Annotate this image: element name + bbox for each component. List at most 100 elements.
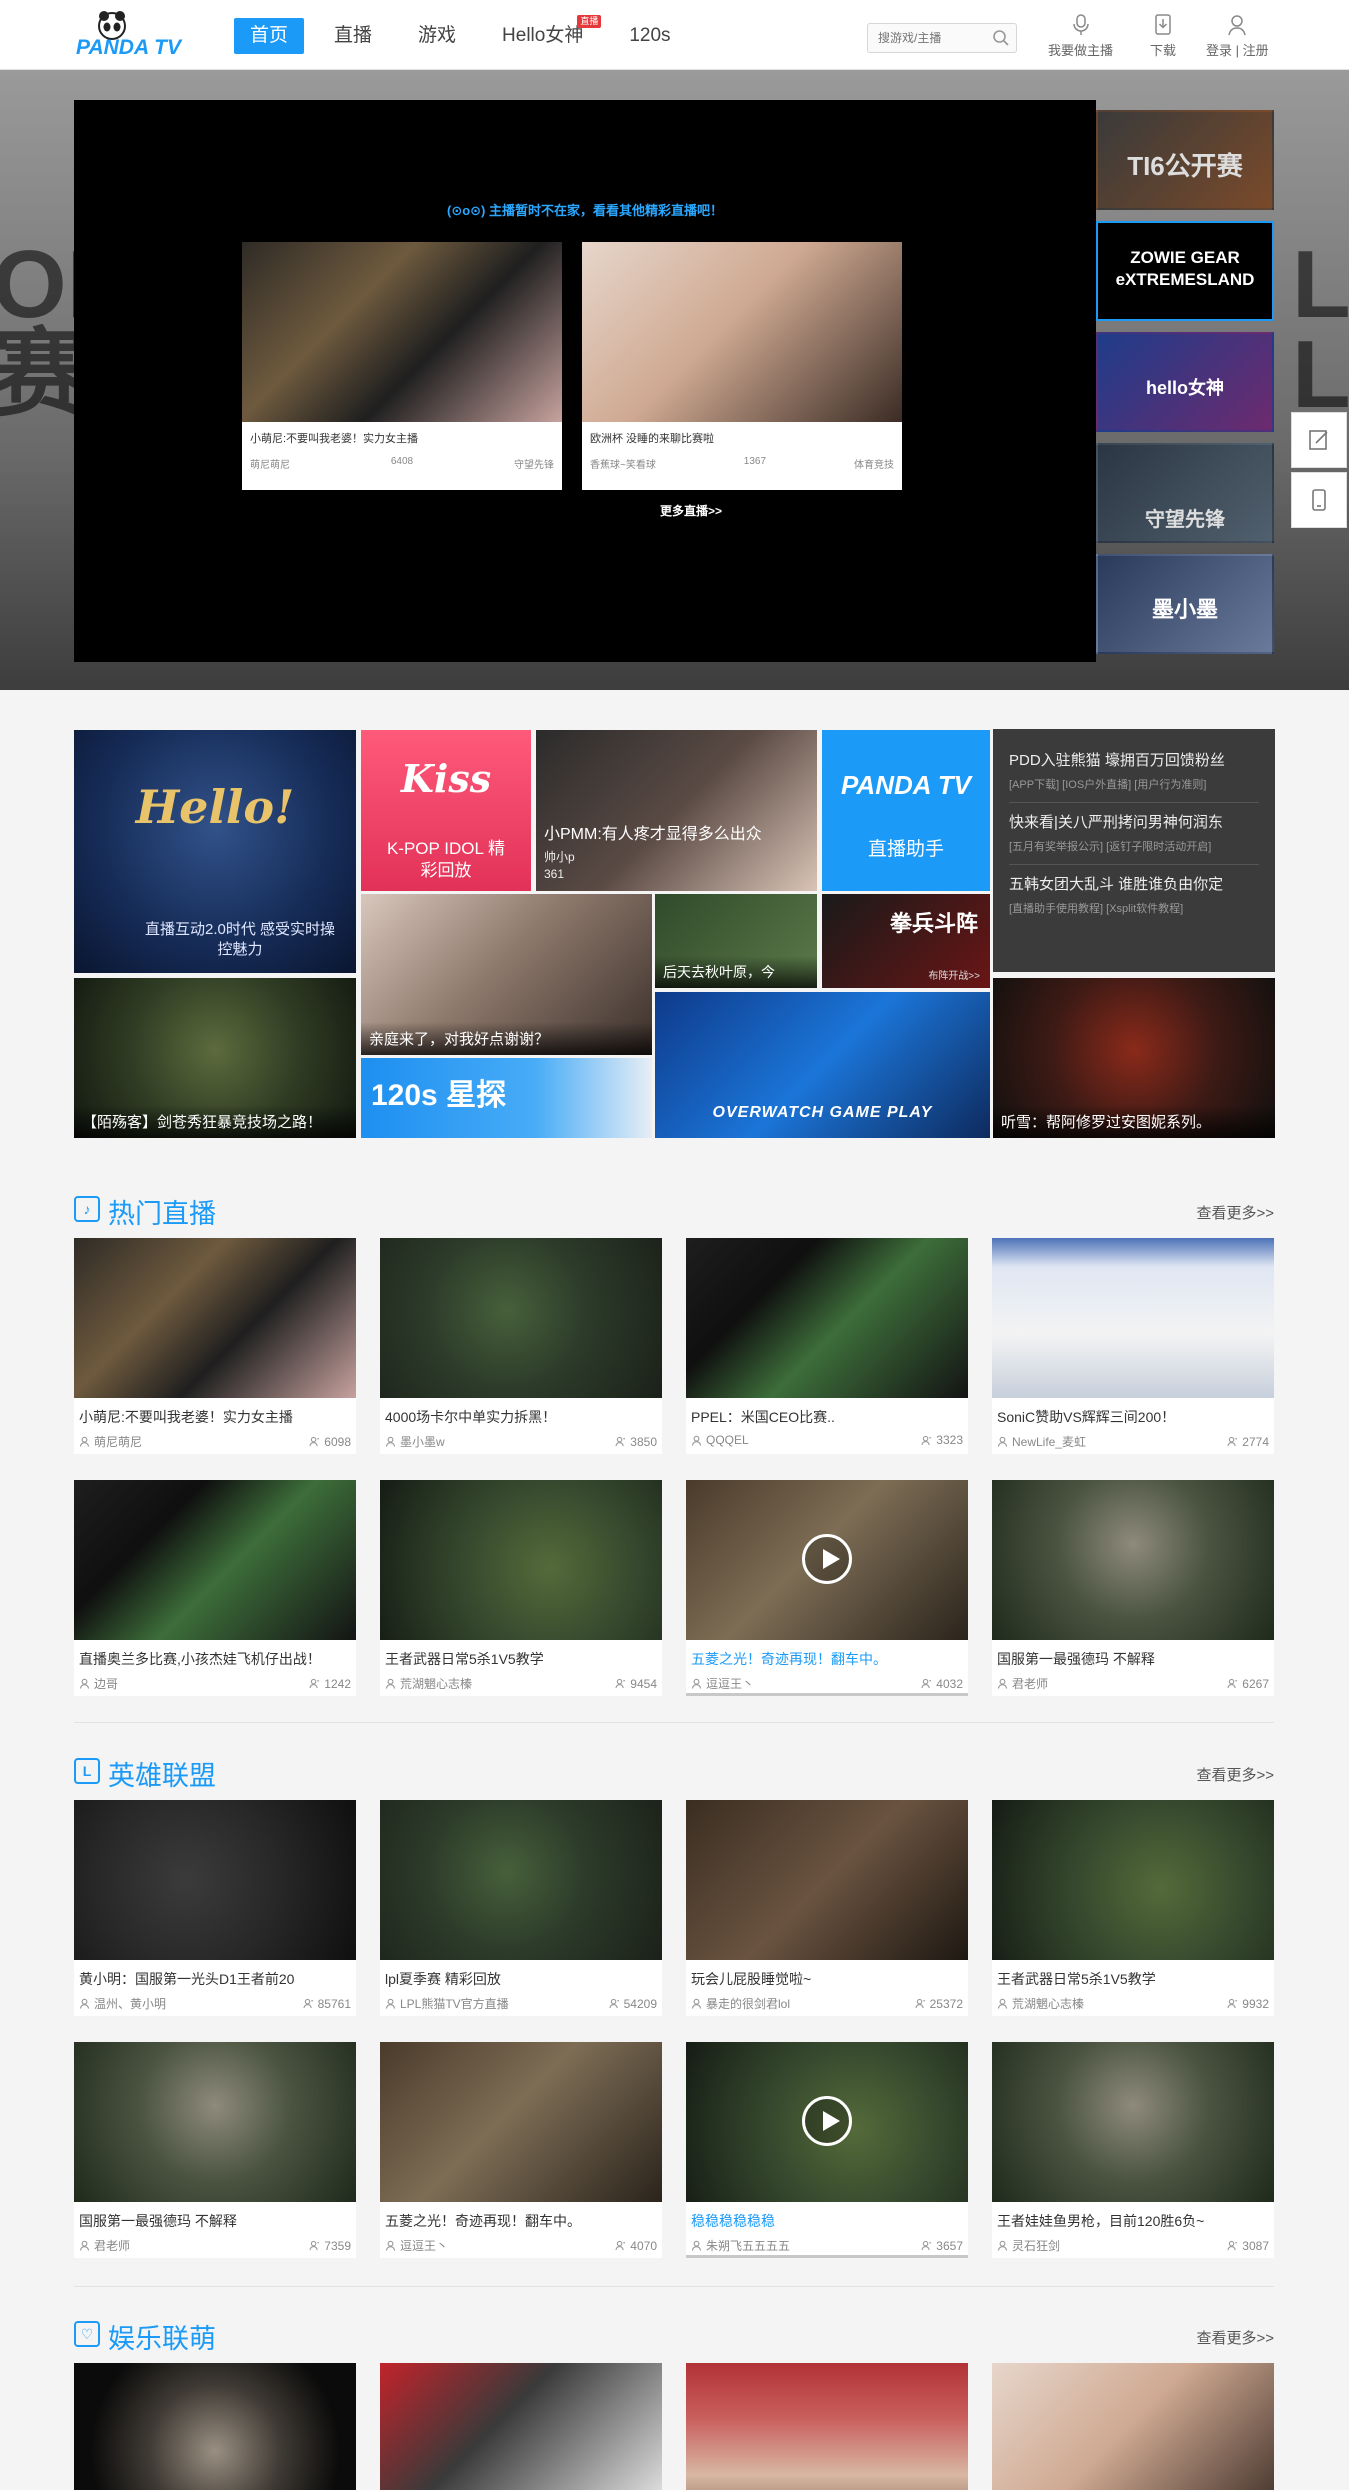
view-more-link[interactable]: 查看更多>>	[1196, 1202, 1274, 1223]
nav-live[interactable]: 直播	[318, 18, 388, 54]
stream-card[interactable]: 玩会儿屁股睡觉啦~ 暴走的很剑君lol 25372	[686, 1800, 968, 2016]
stream-card[interactable]: 稳稳稳稳稳稳 朱朔飞五五五五 3657	[686, 2042, 968, 2258]
viewer-count: 3657	[936, 2238, 963, 2253]
viewers: 4032	[921, 1675, 963, 1692]
banner-pmm[interactable]: 小PMM:有人疼才显得多么出众 帅小p 361	[536, 730, 817, 891]
stream-card[interactable]: 黄小明：国服第一光头D1王者前20 温州、黄小明 85761	[74, 1800, 356, 2016]
stream-card[interactable]	[380, 2363, 662, 2490]
banner-lol-stream[interactable]: 【陌殇客】剑苍秀狂暴竞技场之路！	[74, 978, 356, 1138]
panda-tv-logo[interactable]: PANDA TV	[74, 10, 194, 60]
stream-card[interactable]	[992, 2363, 1274, 2490]
nav-120s[interactable]: 120s	[613, 18, 686, 54]
stream-card[interactable]	[74, 2363, 356, 2490]
hero-thumb-overwatch[interactable]: 守望先锋	[1096, 443, 1274, 543]
viewers-icon	[309, 1436, 320, 1447]
view-more-link[interactable]: 查看更多>>	[1196, 2327, 1274, 2348]
banner-girl-stream[interactable]: 亲庭来了，对我好点谢谢？	[361, 894, 652, 1055]
stream-card[interactable]: SoniC赞助VS辉辉三间200！ NewLife_麦虹 2774	[992, 1238, 1274, 1454]
broadcast-button[interactable]: 我要做主播	[1048, 14, 1113, 59]
hero-thumb-zowie[interactable]: ZOWIE GEAR eXTREMESLAND	[1096, 221, 1274, 321]
user-icon	[997, 2240, 1008, 2251]
viewers-icon	[309, 2240, 320, 2251]
news-tags[interactable]: [五月有奖举报公示] [返钉子限时活动开启]	[1009, 838, 1259, 854]
news-item[interactable]: 快来看|关八严刑拷问男神何润东 [五月有奖举报公示] [返钉子限时活动开启]	[1009, 803, 1259, 865]
user-icon	[385, 1998, 396, 2009]
nav-live-label: 直播	[334, 25, 373, 46]
viewers: 1242	[309, 1675, 351, 1692]
user-icon	[691, 2240, 702, 2251]
viewer-count: 85761	[317, 1996, 351, 2011]
viewers: 9932	[1227, 1995, 1269, 2012]
stream-card[interactable]: lpl夏季赛 精彩回放 LPL熊猫TV官方直播 54209	[380, 1800, 662, 2016]
login-register-button[interactable]: 登录 | 注册	[1206, 14, 1269, 59]
news-item[interactable]: PDD入驻熊猫 壕拥百万回馈粉丝 [APP下载] [IOS户外直播] [用户行为…	[1009, 741, 1259, 803]
play-icon[interactable]	[802, 1534, 852, 1584]
stream-card[interactable]: 国服第一最强德玛 不解释君老师 6267	[992, 1480, 1274, 1696]
streamer-name: 君老师	[94, 2239, 131, 2253]
banner-120s-scout[interactable]: 120s 星探	[361, 1058, 652, 1138]
viewer-count: 4070	[630, 2238, 657, 2253]
stream-meta: QQQEL 3323	[686, 1427, 968, 1447]
recommended-stream-card[interactable]: 欧洲杯 没睡的来聊比赛啦 香蕉球~笑看球 1367 体育竞技	[582, 242, 902, 490]
nav-home[interactable]: 首页	[234, 18, 305, 54]
user-icon	[79, 1436, 90, 1447]
banner-panda-helper[interactable]: PANDA TV 直播助手	[822, 730, 990, 891]
stream-card[interactable]: 王者武器日常5杀1V5教学 荒湖魍心志榛 9932	[992, 1800, 1274, 2016]
stream-thumbnail	[686, 1480, 968, 1640]
stream-meta: 暴走的很剑君lol 25372	[686, 1989, 968, 2012]
stream-card[interactable]: 直播奥兰多比赛,小孩杰娃飞机仔出战！ 边哥 1242	[74, 1480, 356, 1696]
streamer: 暴走的很剑君lol	[691, 1995, 790, 2012]
news-tags[interactable]: [APP下载] [IOS户外直播] [用户行为准则]	[1009, 776, 1259, 792]
streamer-name: QQQEL	[706, 1433, 749, 1447]
stream-meta: 墨小墨w 3850	[380, 1427, 662, 1450]
news-tags[interactable]: [直播助手使用教程] [Xsplit软件教程]	[1009, 900, 1259, 916]
banner-asura[interactable]: 听雪：帮阿修罗过安图妮系列。	[993, 978, 1275, 1138]
stream-thumbnail	[74, 2363, 356, 2490]
streamer: 荒湖魍心志榛	[385, 1675, 472, 1692]
stream-title: 国服第一最强德玛 不解释	[997, 1651, 1155, 1667]
banner-fight[interactable]: 拳兵斗阵 布阵开战>>	[822, 894, 990, 988]
view-more-link[interactable]: 查看更多>>	[1196, 1764, 1274, 1785]
stream-meta: 温州、黄小明 85761	[74, 1989, 356, 2012]
nav-hello-goddess[interactable]: Hello女神 直播	[486, 15, 602, 54]
stream-meta: 君老师 6267	[992, 1669, 1274, 1692]
viewers-icon	[615, 1436, 626, 1447]
download-button[interactable]: 下载	[1150, 14, 1176, 59]
stream-card[interactable]: PPEL：米国CEO比赛.. QQQEL 3323	[686, 1238, 968, 1454]
feedback-tool-button[interactable]	[1291, 412, 1347, 468]
stream-card[interactable]: 五菱之光！奇迹再现！翻车中。 逗逗王丶 4032	[686, 1480, 968, 1696]
banner-kiss-kpop[interactable]: Kiss K-POP IDOL 精彩回放	[361, 730, 531, 891]
banner-autumn[interactable]: 后天去秋叶原，今	[655, 894, 817, 988]
hero-thumb-hello[interactable]: hello女神	[1096, 332, 1274, 432]
mobile-app-button[interactable]	[1291, 472, 1347, 528]
news-item[interactable]: 五韩女团大乱斗 谁胜谁负由你定 [直播助手使用教程] [Xsplit软件教程]	[1009, 865, 1259, 926]
stream-title: 4000场卡尔中单实力拆黑！	[385, 1409, 557, 1425]
hero-thumb-moxiaomo[interactable]: 墨小墨	[1096, 554, 1274, 654]
stream-thumbnail	[582, 242, 902, 422]
viewers-icon	[921, 1678, 932, 1689]
stream-title: 王者武器日常5杀1V5教学	[385, 1651, 544, 1667]
stream-card[interactable]: 五菱之光！奇迹再现！翻车中。 逗逗王丶 4070	[380, 2042, 662, 2258]
viewer-count: 4032	[936, 1676, 963, 1691]
nav-games[interactable]: 游戏	[402, 18, 472, 54]
search-icon[interactable]	[992, 29, 1010, 47]
stream-card[interactable]: 国服第一最强德玛 不解释 君老师 7359	[74, 2042, 356, 2258]
recommended-stream-card[interactable]: 小萌尼:不要叫我老婆！实力女主播 萌尼萌尼 6408 守望先锋	[242, 242, 562, 490]
stream-meta: 香蕉球~笑看球 1367 体育竞技	[582, 446, 902, 471]
stream-card[interactable]: 王者武器日常5杀1V5教学 荒湖魍心志榛 9454	[380, 1480, 662, 1696]
stream-meta: 逗逗王丶 4070	[380, 2231, 662, 2254]
video-player[interactable]: (⊙o⊙) 主播暂时不在家，看看其他精彩直播吧！ 小萌尼:不要叫我老婆！实力女主…	[74, 100, 1096, 662]
stream-card[interactable]	[686, 2363, 968, 2490]
stream-thumbnail	[74, 1480, 356, 1640]
banner-overwatch[interactable]: OVERWATCH GAME PLAY	[655, 992, 990, 1138]
asura-caption: 听雪：帮阿修罗过安图妮系列。	[993, 1105, 1275, 1138]
hot-live-grid: 小萌尼:不要叫我老婆！实力女主播 萌尼萌尼 6098 4000场卡尔中单实力拆黑！ 墨小…	[74, 1238, 1275, 1696]
stream-card[interactable]: 王者娃娃鱼男枪，目前120胜6负~ 灵石狂剑 3087	[992, 2042, 1274, 2258]
more-live-link[interactable]: 更多直播>>	[660, 502, 722, 519]
search-input[interactable]	[868, 24, 986, 52]
stream-card[interactable]: 4000场卡尔中单实力拆黑！ 墨小墨w 3850	[380, 1238, 662, 1454]
banner-hello-goddess[interactable]: Hello! 直播互动2.0时代 感受实时操控魅力	[74, 730, 356, 973]
play-icon[interactable]	[802, 2096, 852, 2146]
hero-thumb-ti6[interactable]: TI6公开赛	[1096, 110, 1274, 210]
stream-card[interactable]: 小萌尼:不要叫我老婆！实力女主播 萌尼萌尼 6098	[74, 1238, 356, 1454]
